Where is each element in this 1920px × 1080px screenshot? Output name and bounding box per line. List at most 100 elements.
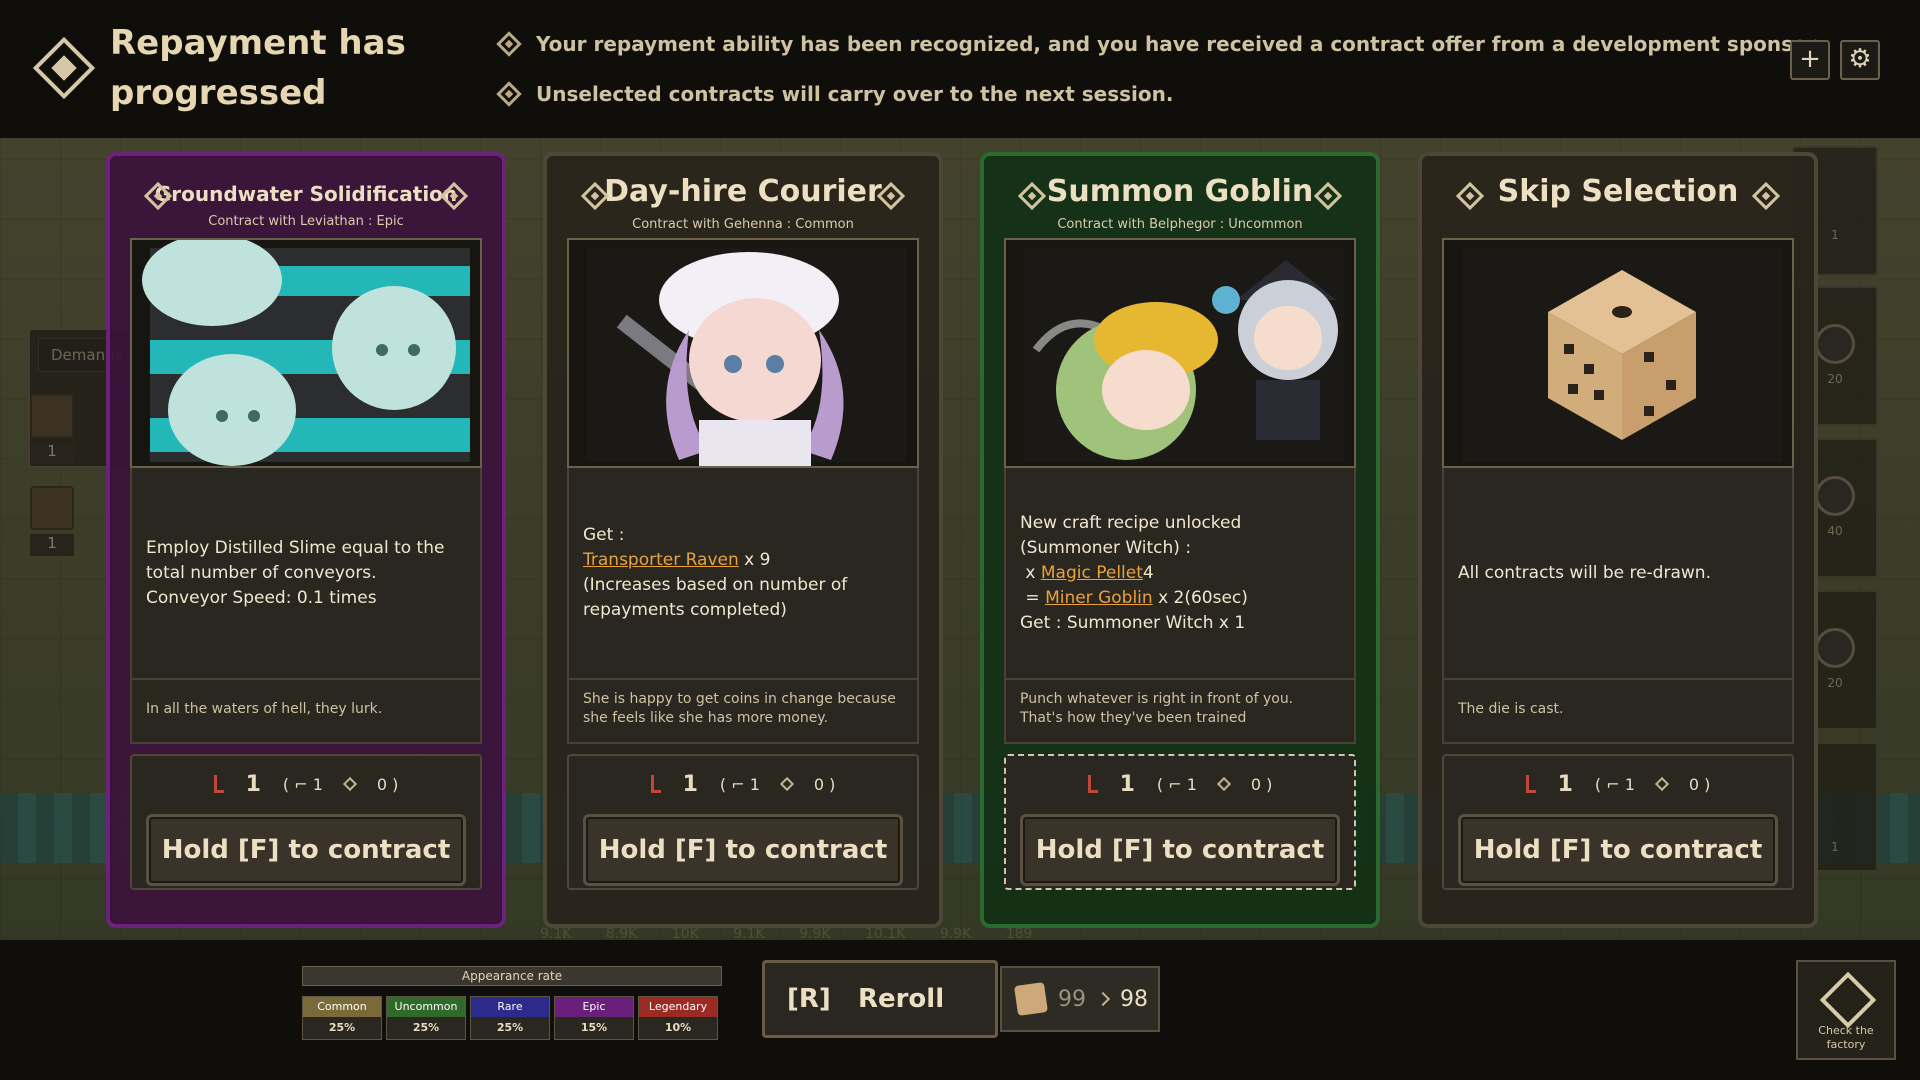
rate-label: Uncommon (387, 997, 465, 1017)
diamond-icon (342, 776, 357, 792)
cost-b: 0 (1688, 774, 1700, 794)
cost-detail: 0 ) (376, 774, 399, 794)
cost-a: 1 (1624, 774, 1635, 794)
goblin-art (1024, 248, 1344, 462)
reroll-label: Reroll (857, 984, 945, 1014)
banner: Repayment has progressed Your repayment … (0, 0, 1920, 138)
dice-icon (1014, 982, 1048, 1016)
card-flavor-text: In all the waters of hell, they lurk. (130, 680, 482, 744)
card-art-courier (567, 238, 919, 468)
card-header: Skip Selection (1442, 156, 1794, 238)
desc-line: New craft recipe unlocked (1020, 512, 1242, 533)
reroll-button[interactable]: [R] Reroll (762, 960, 998, 1038)
cost-detail: 0 ) (1250, 774, 1273, 794)
card-flavor-text: She is happy to get coins in change beca… (567, 680, 919, 744)
item-link[interactable]: Transporter Raven (583, 550, 739, 570)
banner-message: Your repayment ability has been recogniz… (496, 31, 1822, 57)
rate-legendary: Legendary 10% (638, 996, 718, 1040)
hold-to-contract-button[interactable]: Hold [F] to contract (1020, 814, 1340, 886)
desc-qty: x 2(60sec) (1152, 587, 1248, 608)
cost-main: 1 (682, 771, 698, 797)
desc-line: total number of conveyors. (146, 562, 377, 583)
slime-art (142, 240, 470, 466)
card-art-dice (1442, 238, 1794, 468)
card-cost-box: 1 ( ⌐ 1 0 ) Hold [F] to contract (1004, 754, 1356, 890)
skip-selection-card[interactable]: Skip Selection All contracts will be re-… (1418, 152, 1818, 928)
rate-label: Epic (555, 997, 633, 1017)
card-title: Day-hire Courier (604, 174, 882, 209)
card-header: Summon Goblin Contract with Belphegor : … (1004, 156, 1356, 238)
desc-line: (Summoner Witch) : (1020, 537, 1192, 558)
pin-icon (1525, 775, 1536, 793)
card-flavor-text: The die is cast. (1442, 680, 1794, 744)
check-factory-button[interactable]: Check the factory (1796, 960, 1896, 1060)
diamond-icon (1216, 776, 1231, 792)
cost-main: 1 (1557, 771, 1573, 797)
desc-line: Get : Summoner Witch x 1 (1020, 612, 1246, 633)
desc-line: Transporter Raven x 9 (583, 548, 903, 573)
desc-prefix: = (1020, 587, 1046, 608)
banner-message-text: Unselected contracts will carry over to … (536, 82, 1174, 106)
courier-art (587, 248, 907, 466)
card-subtitle: Contract with Leviathan : Epic (208, 214, 404, 229)
desc-prefix: x (1020, 562, 1041, 583)
reroll-key: [R] (787, 984, 831, 1014)
card-description: Get : Transporter Raven x 9 (Increases b… (567, 468, 919, 680)
rate-label: Common (303, 997, 381, 1017)
rate-value: 25% (412, 1021, 440, 1034)
card-subtitle: Contract with Gehenna : Common (632, 217, 854, 232)
desc-note: (Increases based on number of repayments… (583, 575, 848, 620)
arrow-right-icon (1095, 991, 1111, 1007)
dice-to: 98 (1120, 986, 1148, 1012)
cost-b: 0 (1250, 774, 1262, 794)
cost-a: 1 (1186, 774, 1197, 794)
card-cost-box: 1 ( ⌐ 1 0 ) Hold [F] to contract (1442, 754, 1794, 890)
rate-label: Rare (471, 997, 549, 1017)
settings-gear-icon[interactable]: ⚙ (1840, 40, 1880, 80)
desc-line: = Miner Goblin x 2(60sec) (1020, 586, 1340, 611)
cost-row: 1 ( ⌐ 1 0 ) (1020, 766, 1340, 802)
item-link[interactable]: Magic Pellet (1041, 563, 1143, 583)
pin-icon (213, 775, 224, 793)
cost-main: 1 (245, 771, 261, 797)
hold-to-contract-button[interactable]: Hold [F] to contract (583, 814, 903, 886)
desc-line: Conveyor Speed: 0.1 times (146, 587, 377, 608)
rate-value: 10% (664, 1021, 692, 1034)
card-title: Skip Selection (1497, 174, 1739, 209)
rate-epic: Epic 15% (554, 996, 634, 1040)
cost-row: 1 ( ⌐ 1 0 ) (146, 766, 466, 802)
card-header: Groundwater Solidification Contract with… (130, 156, 482, 238)
item-link[interactable]: Miner Goblin (1045, 588, 1153, 608)
cost-row: 1 ( ⌐ 1 0 ) (583, 766, 903, 802)
dice-icon (1462, 248, 1782, 462)
dice-counter: 99 98 (1000, 966, 1160, 1032)
hold-to-contract-button[interactable]: Hold [F] to contract (146, 814, 466, 886)
desc-line: x Magic Pellet4 (1020, 561, 1340, 586)
cost-detail: ( ⌐ 1 (719, 774, 760, 794)
card-description: All contracts will be re-drawn. (1442, 468, 1794, 680)
desc-line: Employ Distilled Slime equal to the (146, 537, 445, 558)
banner-title: Repayment has progressed (110, 23, 406, 113)
contract-card-groundwater[interactable]: Groundwater Solidification Contract with… (106, 152, 506, 928)
hold-to-contract-button[interactable]: Hold [F] to contract (1458, 814, 1778, 886)
cost-main: 1 (1119, 771, 1135, 797)
card-cost-box: 1 ( ⌐ 1 0 ) Hold [F] to contract (567, 754, 919, 890)
cost-detail: 0 ) (813, 774, 836, 794)
pin-icon (650, 775, 661, 793)
desc-qty: x 9 (738, 550, 771, 570)
contract-card-courier[interactable]: Day-hire Courier Contract with Gehenna :… (543, 152, 943, 928)
rate-value: 25% (496, 1021, 524, 1034)
desc-get: Get : (583, 525, 625, 545)
cost-detail: ( ⌐ 1 (282, 774, 323, 794)
card-title: Groundwater Solidification (154, 182, 458, 206)
plus-icon[interactable]: + (1790, 40, 1830, 80)
cost-a: 1 (749, 774, 760, 794)
cost-b: 0 (376, 774, 388, 794)
appearance-rate-title: Appearance rate (302, 966, 722, 986)
cost-b: 0 (813, 774, 825, 794)
card-subtitle: Contract with Belphegor : Uncommon (1057, 217, 1303, 232)
cost-row: 1 ( ⌐ 1 0 ) (1458, 766, 1778, 802)
contract-card-goblin[interactable]: Summon Goblin Contract with Belphegor : … (980, 152, 1380, 928)
cost-a: 1 (312, 774, 323, 794)
banner-message-text: Your repayment ability has been recogniz… (536, 32, 1822, 56)
